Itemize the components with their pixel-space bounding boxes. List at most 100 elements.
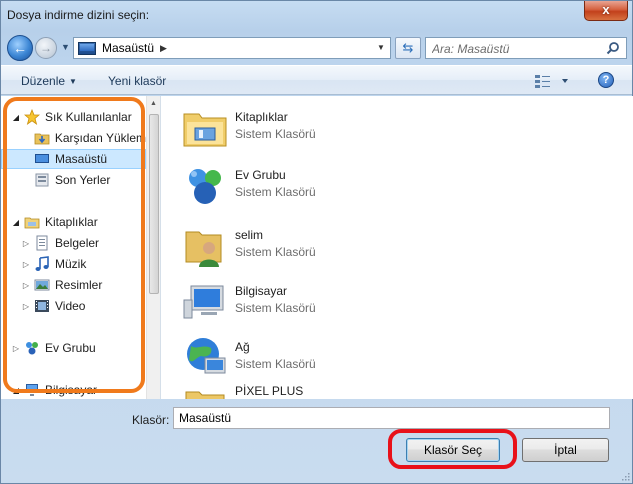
- search-box[interactable]: [425, 37, 627, 59]
- sidebar-item-label: Ev Grubu: [45, 341, 96, 355]
- list-item[interactable]: Ev Grubu Sistem Klasörü: [181, 158, 481, 214]
- file-type: Sistem Klasörü: [235, 301, 316, 315]
- list-item[interactable]: Ağ Sistem Klasörü: [181, 330, 481, 386]
- expand-arrow-icon[interactable]: ◢: [11, 218, 21, 227]
- video-icon: [35, 300, 49, 312]
- expand-arrow-icon[interactable]: ▷: [21, 281, 31, 290]
- scrollbar-thumb[interactable]: [149, 114, 159, 294]
- desktop-icon: [78, 41, 96, 55]
- documents-icon: [36, 235, 48, 251]
- organize-menu-button[interactable]: Düzenle ▼: [21, 74, 77, 88]
- desktop-icon: [35, 154, 49, 163]
- network-icon: [187, 338, 226, 374]
- chevron-down-icon: ▼: [69, 77, 77, 86]
- sidebar-item-pictures[interactable]: ▷ Resimler: [1, 275, 146, 295]
- change-view-button[interactable]: [534, 73, 574, 89]
- navigation-pane: ◢ Sık Kullanılanlar Karşıdan Yüklem Masa…: [1, 96, 161, 399]
- sidebar-item-desktop[interactable]: Masaüstü: [1, 149, 146, 169]
- back-button[interactable]: ←: [7, 35, 33, 61]
- sidebar-item-music[interactable]: ▷ Müzik: [1, 254, 146, 274]
- sidebar-item-label: Karşıdan Yüklem: [54, 131, 146, 145]
- expand-arrow-icon[interactable]: ▷: [21, 260, 31, 269]
- forward-button[interactable]: →: [35, 37, 57, 59]
- music-icon: [35, 256, 49, 271]
- computer-icon: [26, 384, 38, 396]
- sidebar-item-label: Masaüstü: [55, 152, 108, 166]
- list-item[interactable]: Bilgisayar Sistem Klasörü: [181, 274, 481, 330]
- sidebar-item-label: Bilgisayar: [45, 383, 98, 397]
- sidebar-item-label: Son Yerler: [55, 173, 111, 187]
- file-name: PİXEL PLUS: [235, 384, 304, 398]
- folder-field-label: Klasör:: [132, 413, 170, 427]
- recent-locations-dropdown[interactable]: ▼: [61, 42, 71, 52]
- close-button[interactable]: x: [584, 1, 628, 21]
- navigation-pane-scrollbar[interactable]: ▲: [146, 96, 160, 399]
- file-type: Sistem Klasörü: [235, 357, 316, 371]
- refresh-button[interactable]: ⇆: [395, 37, 421, 59]
- address-bar[interactable]: Masaüstü ▶ ▼: [73, 37, 391, 59]
- sidebar-item-label: Belgeler: [55, 236, 100, 250]
- list-item[interactable]: Kitaplıklar Sistem Klasörü: [181, 100, 481, 156]
- file-type: Sistem Klasörü: [235, 185, 316, 199]
- address-location[interactable]: Masaüstü: [102, 41, 154, 55]
- file-name: selim: [235, 228, 264, 242]
- expand-arrow-icon[interactable]: ▷: [11, 344, 21, 353]
- title-bar[interactable]: Dosya indirme dizini seçin: x: [1, 1, 632, 31]
- navigation-bar: ← → ▼ Masaüstü ▶ ▼ ⇆: [1, 31, 632, 65]
- scroll-up-arrow-icon[interactable]: ▲: [150, 100, 157, 107]
- sidebar-item-homegroup[interactable]: ▷ Ev Grubu: [1, 338, 146, 358]
- back-arrow-icon: ←: [13, 40, 27, 56]
- command-bar: Düzenle ▼ Yeni klasör ?: [1, 65, 632, 95]
- organize-label: Düzenle: [21, 74, 66, 88]
- downloads-folder-icon: [34, 133, 50, 145]
- computer-icon: [183, 285, 224, 319]
- view-options-icon: [535, 75, 550, 88]
- homegroup-icon: [26, 342, 38, 355]
- list-item[interactable]: PİXEL PLUS: [181, 384, 481, 399]
- star-icon: [24, 109, 40, 125]
- file-type: Sistem Klasörü: [235, 127, 316, 141]
- cancel-button[interactable]: İptal: [522, 438, 609, 462]
- content-area: ◢ Sık Kullanılanlar Karşıdan Yüklem Masa…: [1, 96, 633, 399]
- expand-arrow-icon[interactable]: ◢: [11, 386, 21, 395]
- sidebar-item-label: Kitaplıklar: [45, 215, 98, 229]
- address-dropdown-icon[interactable]: ▼: [374, 41, 388, 55]
- sidebar-item-recent-places[interactable]: Son Yerler: [1, 170, 146, 190]
- sidebar-item-video[interactable]: ▷ Video: [1, 296, 146, 316]
- list-item[interactable]: selim Sistem Klasörü: [181, 218, 481, 274]
- folder-icon: [185, 391, 225, 399]
- expand-arrow-icon[interactable]: ▷: [21, 302, 31, 311]
- homegroup-icon: [189, 169, 221, 204]
- sidebar-item-libraries[interactable]: ◢ Kitaplıklar: [1, 212, 146, 232]
- libraries-icon: [24, 217, 40, 229]
- file-name: Ağ: [235, 340, 250, 354]
- expand-arrow-icon[interactable]: ◢: [11, 113, 21, 122]
- refresh-icon: ⇆: [402, 40, 414, 55]
- window-title: Dosya indirme dizini seçin:: [7, 8, 150, 22]
- sidebar-item-documents[interactable]: ▷ Belgeler: [1, 233, 146, 253]
- file-name: Bilgisayar: [235, 284, 288, 298]
- sidebar-item-downloads[interactable]: Karşıdan Yüklem: [1, 128, 146, 148]
- user-folder-icon: [185, 231, 222, 267]
- select-folder-button[interactable]: Klasör Seç: [406, 438, 500, 462]
- folder-name-input[interactable]: [173, 407, 610, 429]
- search-icon[interactable]: [606, 41, 620, 55]
- sidebar-item-computer[interactable]: ◢ Bilgisayar: [1, 380, 146, 399]
- breadcrumb-chevron-icon[interactable]: ▶: [160, 43, 167, 54]
- file-list: Kitaplıklar Sistem Klasörü Ev Grubu Sist…: [169, 96, 615, 399]
- sidebar-item-label: Resimler: [55, 278, 103, 292]
- file-name: Kitaplıklar: [235, 110, 288, 124]
- new-folder-button[interactable]: Yeni klasör: [108, 74, 166, 88]
- sidebar-item-favorites[interactable]: ◢ Sık Kullanılanlar: [1, 107, 146, 127]
- search-input[interactable]: [432, 41, 602, 56]
- resize-grip-icon[interactable]: [620, 471, 630, 481]
- file-name: Ev Grubu: [235, 168, 286, 182]
- forward-arrow-icon: →: [40, 41, 52, 55]
- help-button[interactable]: ?: [598, 72, 614, 88]
- libraries-icon: [183, 113, 227, 147]
- expand-arrow-icon[interactable]: ▷: [21, 239, 31, 248]
- sidebar-item-label: Video: [55, 299, 86, 313]
- recent-places-icon: [35, 173, 49, 187]
- folder-picker-dialog: Dosya indirme dizini seçin: x ← → ▼ Masa…: [0, 0, 633, 484]
- sidebar-item-label: Müzik: [55, 257, 87, 271]
